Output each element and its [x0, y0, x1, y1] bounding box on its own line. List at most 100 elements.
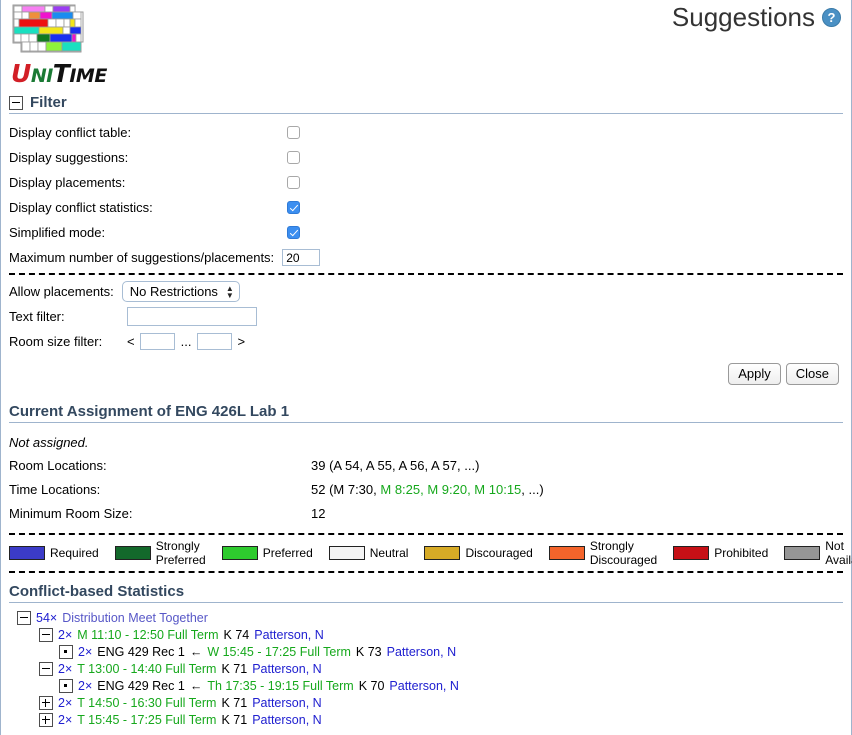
tree-node-count: 2×	[58, 661, 73, 676]
filter-checkbox-rows: Display conflict table: Display suggestio…	[9, 120, 843, 245]
logo-letter-ni: NI	[30, 65, 53, 87]
time-locations-row: Time Locations: 52 (M 7:30, M 8:25, M 9:…	[9, 477, 843, 501]
min-room-size-label: Minimum Room Size:	[9, 505, 133, 521]
display-placements-checkbox[interactable]	[287, 176, 300, 189]
assignment-status: Not assigned.	[9, 435, 89, 450]
allow-placements-select[interactable]: No Restrictions	[121, 281, 240, 302]
logo-letter-t: T	[52, 59, 70, 88]
room-size-min-input[interactable]	[139, 333, 175, 350]
tree-node: 2× T 13:00 - 14:40 Full Term K 71 Patterson…	[9, 660, 843, 677]
filter-section-header[interactable]: Filter	[9, 94, 843, 114]
room-size-row: Room size filter: < ... >	[9, 329, 843, 354]
tree-node-segment: K 74	[223, 627, 250, 642]
tree-node-segment[interactable]: Distribution Meet Together	[62, 611, 208, 625]
room-locations-value: 39 (A 54, A 55, A 56, A 57, ...)	[311, 457, 480, 473]
legend-swatch-icon	[114, 546, 151, 560]
collapse-minus-icon[interactable]	[17, 610, 31, 625]
page-title: Suggestions	[671, 2, 815, 32]
collapse-minus-icon[interactable]	[39, 661, 53, 676]
display-conflict-statistics-checkbox[interactable]	[287, 201, 300, 214]
tree-node-count: 2×	[78, 678, 93, 693]
page-header: UNITIME Suggestions ?	[9, 0, 843, 94]
tree-node-segment: ←	[189, 678, 203, 693]
stats-heading: Conflict-based Statistics	[9, 583, 185, 600]
collapse-minus-icon[interactable]	[39, 627, 53, 642]
simplified-mode-checkbox[interactable]	[287, 226, 300, 239]
tree-node-segment[interactable]: Patterson, N	[387, 645, 456, 659]
display-placements-label: Display placements:	[9, 175, 126, 190]
tree-node-segment: K 70	[358, 678, 385, 693]
tree-node: 2× M 11:10 - 12:50 Full Term K 74 Patterson…	[9, 626, 843, 643]
legend-label: Strongly Preferred	[155, 539, 206, 567]
tree-node-segment: ENG 429 Rec 1	[97, 644, 185, 659]
apply-button[interactable]: Apply	[728, 363, 781, 385]
tree-leaf-icon[interactable]	[59, 644, 73, 659]
max-suggestions-input[interactable]	[282, 249, 321, 266]
tree-node: 2× ENG 429 Rec 1 ← W 15:45 - 17:25 Full Ter…	[9, 643, 843, 660]
display-conflict-table-checkbox[interactable]	[287, 126, 300, 139]
room-locations-label: Room Locations:	[9, 457, 107, 473]
room-locations-row: Room Locations: 39 (A 54, A 55, A 56, A …	[9, 453, 843, 477]
display-suggestions-label: Display suggestions:	[9, 150, 129, 165]
tree-node: 2× ENG 429 Rec 1 ← Th 17:35 - 19:15 Full Te…	[9, 677, 843, 694]
assignment-block: Not assigned. Room Locations: 39 (A 54, …	[9, 427, 843, 525]
legend-item: Prohibited	[673, 546, 768, 560]
tree-node-segment[interactable]: Patterson, N	[252, 696, 321, 710]
filter-row-simplified-mode: Simplified mode:	[9, 220, 843, 245]
legend-swatch-icon	[784, 546, 821, 560]
tree-node-segment: K 71	[221, 661, 248, 676]
tree-leaf-icon[interactable]	[59, 678, 73, 693]
room-size-ellipsis: ...	[180, 334, 192, 349]
preference-legend: Required Strongly Preferred Preferred Neutr…	[9, 533, 852, 573]
min-room-size-row: Minimum Room Size: 12	[9, 501, 843, 525]
legend-label: Neutral	[369, 546, 409, 560]
tree-node-segment[interactable]: Patterson, N	[389, 679, 458, 693]
expand-plus-icon[interactable]	[39, 712, 53, 727]
text-filter-row: Text filter:	[9, 304, 843, 329]
tree-node-segment: W 15:45 - 17:25 Full Term	[207, 644, 351, 659]
legend-label: Required	[50, 546, 99, 560]
legend-item: Required	[9, 546, 99, 560]
logo-grid-icon	[12, 4, 84, 53]
filter-divider	[9, 273, 843, 275]
text-filter-input[interactable]	[127, 307, 257, 326]
help-circle-icon[interactable]: ?	[822, 7, 841, 27]
tree-node-segment[interactable]: Patterson, N	[254, 628, 323, 642]
display-suggestions-checkbox[interactable]	[287, 151, 300, 164]
legend-item: Strongly Discouraged	[548, 539, 657, 567]
legend-item: Discouraged	[424, 546, 533, 560]
tree-node-segment: ←	[189, 644, 203, 659]
max-suggestions-row: Maximum number of suggestions/placements…	[9, 245, 843, 270]
time-locations-label: Time Locations:	[9, 481, 101, 497]
filter-section-label: Filter	[30, 94, 67, 111]
tree-node-segment[interactable]: Patterson, N	[252, 713, 321, 727]
tree-node-segment: ENG 429 Rec 1	[97, 678, 185, 693]
close-button[interactable]: Close	[785, 363, 839, 385]
tree-node-segment: M 11:10 - 12:50 Full Term	[77, 627, 219, 642]
display-conflict-statistics-label: Display conflict statistics:	[9, 200, 153, 215]
legend-item: Not Available	[784, 539, 852, 567]
legend-item: Preferred	[221, 546, 313, 560]
tree-node: 54× Distribution Meet Together	[9, 609, 843, 626]
tree-node-segment: K 73	[355, 644, 382, 659]
collapse-minus-icon[interactable]	[9, 95, 23, 110]
allow-placements-label: Allow placements:	[9, 284, 114, 299]
filter-row-display-conflict-table: Display conflict table:	[9, 120, 843, 145]
tree-node-segment: Th 17:35 - 19:15 Full Term	[207, 678, 354, 693]
legend-label: Preferred	[262, 546, 313, 560]
expand-plus-icon[interactable]	[39, 695, 53, 710]
conflict-stats-tree: 54× Distribution Meet Together 2× M 11:10 -…	[9, 607, 843, 728]
tree-node-count: 2×	[58, 695, 73, 710]
logo-wordmark: UNITIME	[11, 61, 107, 86]
allow-placements-select-wrap: No Restrictions ▲ ▼	[121, 281, 240, 302]
min-room-size-value: 12	[311, 505, 326, 521]
tree-node-segment[interactable]: Patterson, N	[252, 662, 321, 676]
legend-label: Discouraged	[465, 546, 533, 560]
room-size-max-input[interactable]	[197, 333, 233, 350]
assignment-section-header: Current Assignment of ENG 426L Lab 1	[9, 403, 843, 423]
title-row: Suggestions ?	[672, 4, 841, 30]
unitime-logo[interactable]: UNITIME	[11, 4, 107, 86]
filter-row-display-suggestions: Display suggestions:	[9, 145, 843, 170]
legend-swatch-icon	[548, 546, 585, 560]
time-locations-suffix: , ...)	[521, 481, 544, 497]
